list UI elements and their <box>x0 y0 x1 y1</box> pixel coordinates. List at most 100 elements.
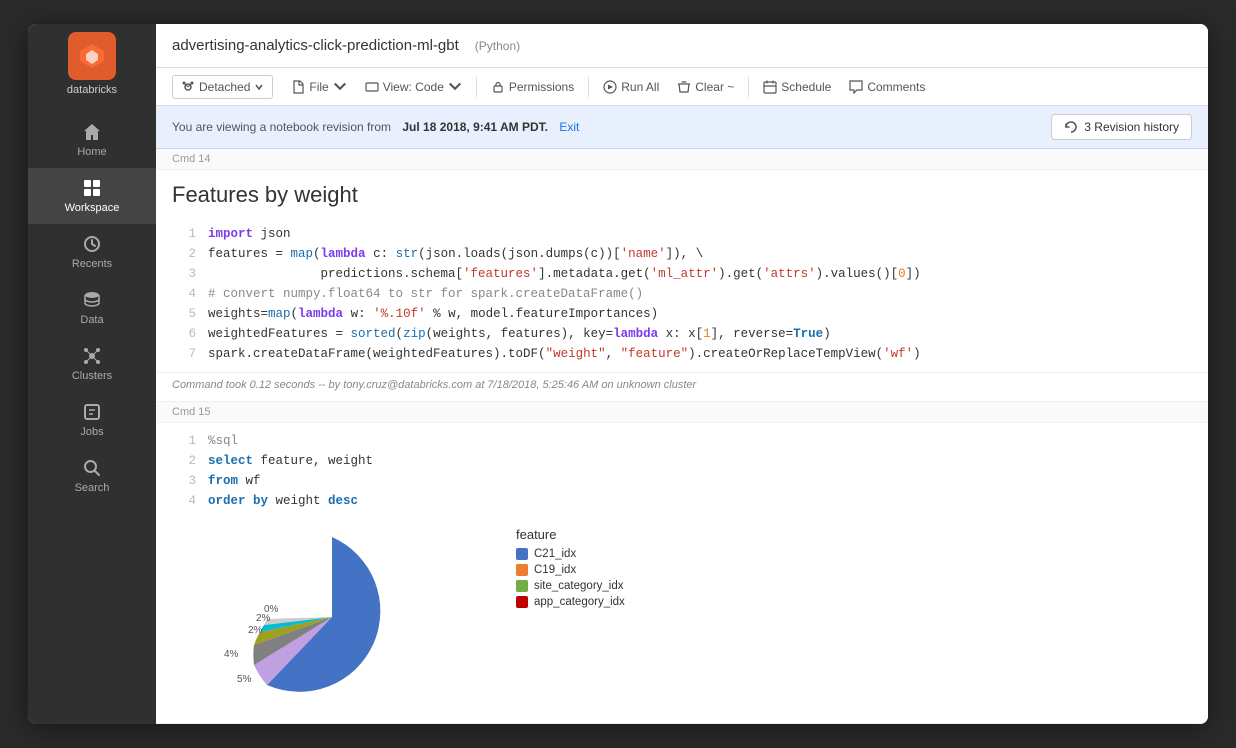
code-line-15-3: 3 from wf <box>172 471 1208 491</box>
view-label: View: Code <box>383 80 444 94</box>
permissions-label: Permissions <box>509 80 574 94</box>
main-content: advertising-analytics-click-prediction-m… <box>156 24 1208 724</box>
sidebar-item-home-label: Home <box>77 146 106 158</box>
legend-item-0: C21_idx <box>516 548 625 560</box>
chevron-down-icon <box>254 82 264 92</box>
code-line-5: 5 weights=map(lambda w: '%.10f' % w, mod… <box>172 304 1208 324</box>
code-line-15-2: 2 select feature, weight <box>172 451 1208 471</box>
sidebar-item-clusters-label: Clusters <box>72 370 112 382</box>
cluster-icon <box>181 80 195 94</box>
sidebar-item-data[interactable]: Data <box>28 280 156 336</box>
sidebar-item-search-label: Search <box>75 482 110 494</box>
view-button[interactable]: View: Code <box>357 76 470 98</box>
cell-15-code[interactable]: 1 %sql 2 select feature, weight 3 from w… <box>156 423 1208 519</box>
legend-label-2: site_category_idx <box>534 580 624 592</box>
code-line-15-1: 1 %sql <box>172 431 1208 451</box>
run-all-label: Run All <box>621 80 659 94</box>
comments-button[interactable]: Comments <box>841 76 933 98</box>
notebook-lang: (Python) <box>475 39 520 53</box>
sidebar: databricks Home Workspace Recents <box>28 24 156 724</box>
sidebar-brand-label: databricks <box>67 84 117 96</box>
cell-cmd15: Cmd 15 1 %sql 2 select feature, weight 3 <box>156 402 1208 724</box>
legend-item-1: C19_idx <box>516 564 625 576</box>
cluster-select[interactable]: Detached <box>172 75 273 99</box>
sidebar-item-jobs-label: Jobs <box>80 426 103 438</box>
code-line-15-4: 4 order by weight desc <box>172 491 1208 511</box>
legend-label-1: C19_idx <box>534 564 576 576</box>
cell-cmd14: Cmd 14 Features by weight 1 import json … <box>156 149 1208 402</box>
svg-text:5%: 5% <box>237 674 252 685</box>
chart-area: 5% 4% 2% 2% 0% feature C21_idx <box>156 519 1208 723</box>
schedule-icon <box>763 80 777 94</box>
comments-label: Comments <box>867 80 925 94</box>
toolbar-separator-2 <box>588 77 589 97</box>
legend-label-3: app_category_idx <box>534 596 625 608</box>
svg-text:4%: 4% <box>224 649 239 660</box>
svg-text:0%: 0% <box>264 604 279 615</box>
legend-item-2: site_category_idx <box>516 580 625 592</box>
legend-color-0 <box>516 548 528 560</box>
notebook-area[interactable]: Cmd 14 Features by weight 1 import json … <box>156 149 1208 724</box>
code-line-1: 1 import json <box>172 224 1208 244</box>
view-icon <box>365 80 379 94</box>
cell-14-title-row: Features by weight <box>156 170 1208 216</box>
sidebar-item-workspace-label: Workspace <box>65 202 120 214</box>
topbar: advertising-analytics-click-prediction-m… <box>156 24 1208 68</box>
sidebar-item-search[interactable]: Search <box>28 448 156 504</box>
legend-title: feature <box>516 527 625 542</box>
svg-text:2%: 2% <box>248 625 263 636</box>
run-all-button[interactable]: Run All <box>595 76 667 98</box>
cell-14-output: Command took 0.12 seconds -- by tony.cru… <box>156 372 1208 401</box>
lock-icon <box>491 80 505 94</box>
code-line-7: 7 spark.createDataFrame(weightedFeatures… <box>172 344 1208 364</box>
toolbar: Detached File View: Code <box>156 68 1208 106</box>
workspace-icon <box>82 178 102 198</box>
legend-label-0: C21_idx <box>534 548 576 560</box>
file-button[interactable]: File <box>283 76 354 98</box>
revision-banner-text: You are viewing a notebook revision from… <box>172 120 579 134</box>
code-line-3: 3 predictions.schema['features'].metadat… <box>172 264 1208 284</box>
cell-15-header: Cmd 15 <box>156 402 1208 423</box>
revision-banner: You are viewing a notebook revision from… <box>156 106 1208 149</box>
revision-history-button[interactable]: 3 Revision history <box>1051 114 1192 140</box>
notebook-title: advertising-analytics-click-prediction-m… <box>172 37 459 54</box>
cell-14-title: Features by weight <box>172 182 1192 208</box>
permissions-button[interactable]: Permissions <box>483 76 582 98</box>
comments-icon <box>849 80 863 94</box>
code-line-6: 6 weightedFeatures = sorted(zip(weights,… <box>172 324 1208 344</box>
legend-item-3: app_category_idx <box>516 596 625 608</box>
legend-color-2 <box>516 580 528 592</box>
clear-icon <box>677 80 691 94</box>
view-chevron-icon <box>448 80 462 94</box>
sidebar-item-recents-label: Recents <box>72 258 112 270</box>
cell-14-header: Cmd 14 <box>156 149 1208 170</box>
sidebar-item-home[interactable]: Home <box>28 112 156 168</box>
revision-text-prefix: You are viewing a notebook revision from <box>172 120 391 134</box>
file-label: File <box>309 80 328 94</box>
file-chevron-icon <box>333 80 347 94</box>
file-icon <box>291 80 305 94</box>
cell-14-code[interactable]: 1 import json 2 features = map(lambda c:… <box>156 216 1208 372</box>
sidebar-item-jobs[interactable]: Jobs <box>28 392 156 448</box>
sidebar-item-data-label: Data <box>80 314 103 326</box>
chart-legend: feature C21_idx C19_idx site_category_id… <box>516 527 625 612</box>
code-line-2: 2 features = map(lambda c: str(json.load… <box>172 244 1208 264</box>
sidebar-item-workspace[interactable]: Workspace <box>28 168 156 224</box>
schedule-button[interactable]: Schedule <box>755 76 839 98</box>
jobs-icon <box>82 402 102 422</box>
clear-button[interactable]: Clear ~ <box>669 76 742 98</box>
search-icon <box>82 458 102 478</box>
home-icon <box>82 122 102 142</box>
cluster-label: Detached <box>199 80 250 94</box>
legend-color-3 <box>516 596 528 608</box>
toolbar-separator-1 <box>476 77 477 97</box>
clear-label: Clear ~ <box>695 80 734 94</box>
revision-history-label: 3 Revision history <box>1084 120 1179 134</box>
sidebar-logo <box>68 32 116 80</box>
revision-exit-link[interactable]: Exit <box>559 120 579 134</box>
sidebar-item-clusters[interactable]: Clusters <box>28 336 156 392</box>
data-icon <box>82 290 102 310</box>
recents-icon <box>82 234 102 254</box>
sidebar-item-recents[interactable]: Recents <box>28 224 156 280</box>
code-lines-14: 1 import json 2 features = map(lambda c:… <box>156 216 1208 372</box>
